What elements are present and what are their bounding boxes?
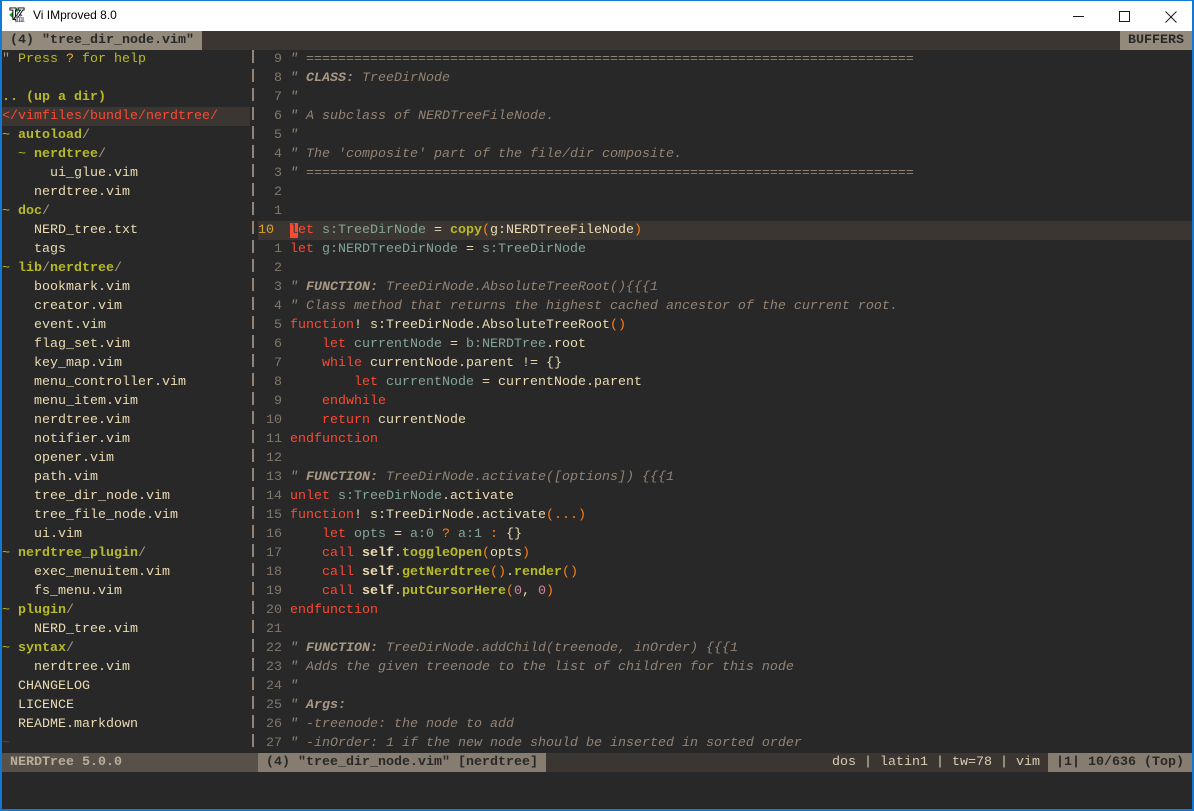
svg-text:im: im (16, 15, 25, 23)
